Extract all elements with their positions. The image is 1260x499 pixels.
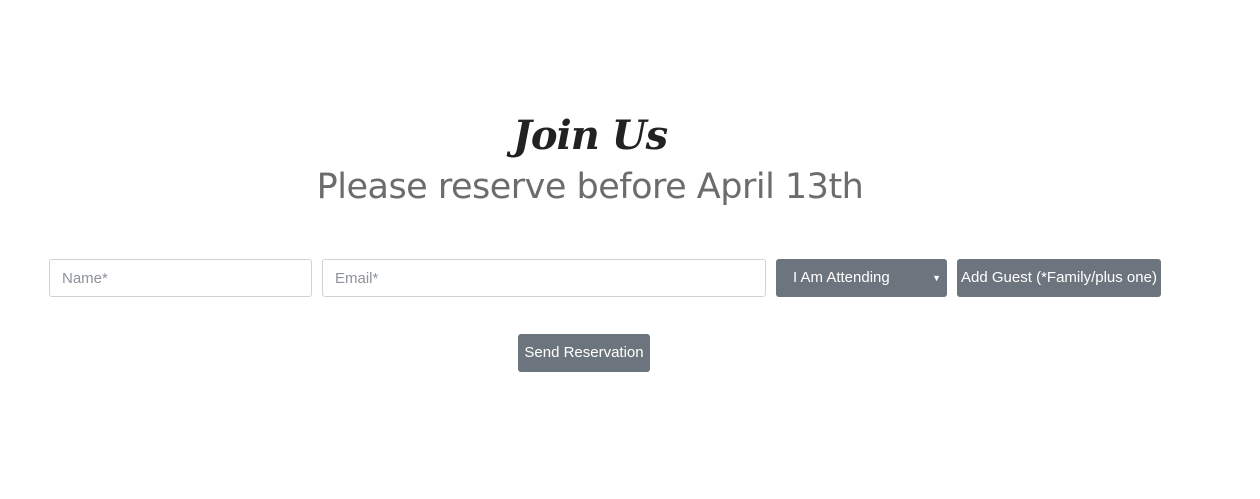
send-reservation-button[interactable]: Send Reservation <box>518 334 650 372</box>
attendance-select[interactable]: I Am Attending ▼ <box>776 259 947 297</box>
rsvp-page: Join Us Please reserve before April 13th… <box>0 0 1260 499</box>
name-input[interactable] <box>49 259 312 297</box>
add-guest-button[interactable]: Add Guest (*Family/plus one) <box>957 259 1161 297</box>
section-subtitle: Please reserve before April 13th <box>316 167 864 207</box>
caret-down-icon: ▼ <box>932 273 941 283</box>
section-title: Join Us <box>512 112 668 159</box>
attendance-select-value: I Am Attending <box>793 269 890 286</box>
email-input[interactable] <box>322 259 766 297</box>
